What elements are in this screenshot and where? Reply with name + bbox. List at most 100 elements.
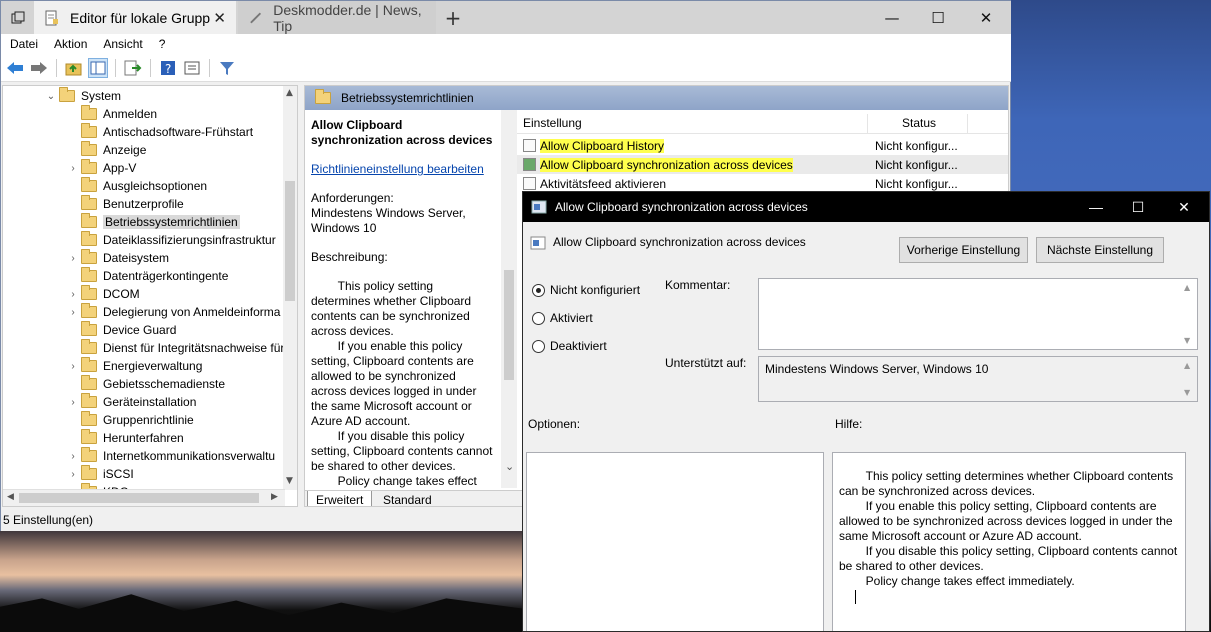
tab-gpedit[interactable]: Editor für lokale Grupp ✕: [34, 1, 236, 34]
maximize-button[interactable]: ☐: [915, 1, 961, 34]
scroll-thumb[interactable]: [19, 493, 259, 503]
tree-item[interactable]: Herunterfahren: [65, 428, 184, 447]
column-status[interactable]: Status: [902, 116, 936, 130]
tree-item[interactable]: › iSCSI: [65, 464, 134, 483]
tab-deskmodder[interactable]: Deskmodder.de | News, Tip: [238, 1, 436, 34]
list-item[interactable]: Allow Clipboard History Nicht konfigur..…: [517, 136, 1008, 155]
chevron-right-icon[interactable]: ›: [65, 469, 81, 480]
tab-bar: Editor für lokale Grupp ✕ Deskmodder.de …: [1, 1, 1011, 34]
description-scrollbar[interactable]: ⌄: [501, 110, 517, 488]
radio-icon[interactable]: [532, 339, 545, 353]
tree-item[interactable]: › Geräteinstallation: [65, 392, 197, 411]
chevron-right-icon[interactable]: ›: [65, 289, 81, 300]
up-folder-icon[interactable]: [64, 58, 84, 78]
chevron-right-icon[interactable]: ›: [65, 451, 81, 462]
chevron-down-icon[interactable]: ⌄: [505, 460, 514, 473]
tree-item[interactable]: › Dateisystem: [65, 248, 169, 267]
chevron-down-icon[interactable]: ⌄: [43, 91, 59, 102]
tree-item[interactable]: Anmelden: [65, 104, 157, 123]
tree-item[interactable]: Gruppenrichtlinie: [65, 410, 194, 429]
tree-item-label: Geräteinstallation: [103, 395, 197, 409]
filter-icon[interactable]: [217, 58, 237, 78]
radio-enabled[interactable]: Aktiviert: [532, 311, 593, 325]
scroll-down-icon[interactable]: ▼: [286, 476, 293, 486]
chevron-right-icon[interactable]: ›: [65, 361, 81, 372]
properties-icon[interactable]: [182, 58, 202, 78]
scroll-left-icon[interactable]: ◀: [7, 492, 14, 502]
tab-label: Deskmodder.de | News, Tip: [273, 1, 422, 34]
back-icon[interactable]: [5, 58, 25, 78]
minimize-button[interactable]: —: [869, 1, 915, 34]
requirements-label: Anforderungen:: [311, 191, 394, 205]
tree-item[interactable]: › App-V: [65, 158, 137, 177]
policy-icon: [530, 236, 546, 250]
radio-icon[interactable]: [532, 311, 545, 325]
scroll-right-icon[interactable]: ▶: [271, 492, 278, 502]
pen-icon: [250, 12, 262, 23]
menu-help[interactable]: ?: [150, 37, 173, 51]
scroll-thumb[interactable]: [285, 181, 295, 301]
close-button[interactable]: ✕: [1161, 192, 1207, 222]
chevron-right-icon[interactable]: ›: [65, 163, 81, 174]
tree-item[interactable]: › Delegierung von Anmeldeinforma: [65, 302, 280, 321]
folder-icon: [81, 104, 97, 121]
close-button[interactable]: ✕: [963, 1, 1009, 34]
tab-extended[interactable]: Erweitert: [307, 491, 373, 506]
edit-policy-link[interactable]: Richtlinieneinstellung bearbeiten: [311, 162, 484, 176]
list-item-selected[interactable]: Allow Clipboard synchronization across d…: [517, 155, 1008, 174]
tree-item[interactable]: Betriebssystemrichtlinien: [65, 212, 240, 231]
tree-item[interactable]: Anzeige: [65, 140, 146, 159]
tree-item-system[interactable]: ⌄ System: [43, 86, 121, 105]
radio-not-configured[interactable]: Nicht konfiguriert: [532, 283, 640, 297]
tree-item[interactable]: Dateiklassifizierungsinfrastruktur: [65, 230, 276, 249]
minimize-button[interactable]: —: [1073, 192, 1119, 222]
tree-item[interactable]: Antischadsoftware-Frühstart: [65, 122, 253, 141]
menu-ansicht[interactable]: Ansicht: [94, 37, 149, 51]
tree-item[interactable]: Ausgleichsoptionen: [65, 176, 207, 195]
tree-item-label: Gruppenrichtlinie: [103, 413, 194, 427]
tab-standard[interactable]: Standard: [375, 491, 440, 506]
tree-item[interactable]: Gebietsschemadienste: [65, 374, 225, 393]
comment-scrollbar[interactable]: ▲ ▼: [1181, 279, 1197, 349]
toolbar-separator: [56, 58, 57, 77]
comment-textarea[interactable]: ▲ ▼: [758, 278, 1198, 350]
tree-item[interactable]: › Internetkommunikationsverwaltu: [65, 446, 275, 465]
comment-label: Kommentar:: [665, 278, 731, 292]
chevron-right-icon[interactable]: ›: [65, 397, 81, 408]
previous-setting-button[interactable]: Vorherige Einstellung: [899, 237, 1028, 263]
menu-datei[interactable]: Datei: [1, 37, 45, 51]
radio-disabled[interactable]: Deaktiviert: [532, 339, 607, 353]
policy-setting-icon: [523, 177, 536, 190]
folder-icon: [81, 212, 97, 229]
tree-item[interactable]: › Energieverwaltung: [65, 356, 202, 375]
tree-item-label: App-V: [103, 161, 137, 175]
tree-item[interactable]: Benutzerprofile: [65, 194, 184, 213]
radio-icon[interactable]: [532, 283, 545, 297]
scroll-up-icon[interactable]: ▲: [286, 88, 293, 98]
forward-icon[interactable]: [29, 58, 49, 78]
show-hide-tree-icon[interactable]: [88, 57, 108, 78]
supported-scrollbar[interactable]: ▲ ▼: [1181, 357, 1197, 401]
menu-aktion[interactable]: Aktion: [45, 37, 94, 51]
tree-item[interactable]: Datenträgerkontingente: [65, 266, 228, 285]
tree-item[interactable]: Device Guard: [65, 320, 176, 339]
export-list-icon[interactable]: [123, 58, 143, 78]
chevron-right-icon[interactable]: ›: [65, 253, 81, 264]
tree-vertical-scrollbar[interactable]: ▲ ▼: [283, 86, 297, 490]
toolbar-separator: [209, 58, 210, 77]
chevron-right-icon[interactable]: ›: [65, 307, 81, 318]
setting-name: Allow Clipboard synchronization across d…: [540, 158, 793, 172]
task-view-icon[interactable]: [1, 1, 34, 34]
new-tab-button[interactable]: +: [438, 1, 468, 34]
menu-bar: Datei Aktion Ansicht ?: [1, 34, 1011, 54]
scroll-thumb[interactable]: [504, 270, 514, 380]
next-setting-button[interactable]: Nächste Einstellung: [1036, 237, 1164, 263]
maximize-button[interactable]: ☐: [1115, 192, 1161, 222]
tree-item[interactable]: › DCOM: [65, 284, 140, 303]
column-setting[interactable]: Einstellung: [523, 116, 582, 130]
policy-icon: [531, 200, 547, 214]
tree-item[interactable]: Dienst für Integritätsnachweise für: [65, 338, 284, 357]
close-icon[interactable]: ✕: [213, 9, 226, 27]
tree-horizontal-scrollbar[interactable]: ◀ ▶: [3, 489, 285, 506]
help-icon[interactable]: ?: [158, 58, 178, 78]
